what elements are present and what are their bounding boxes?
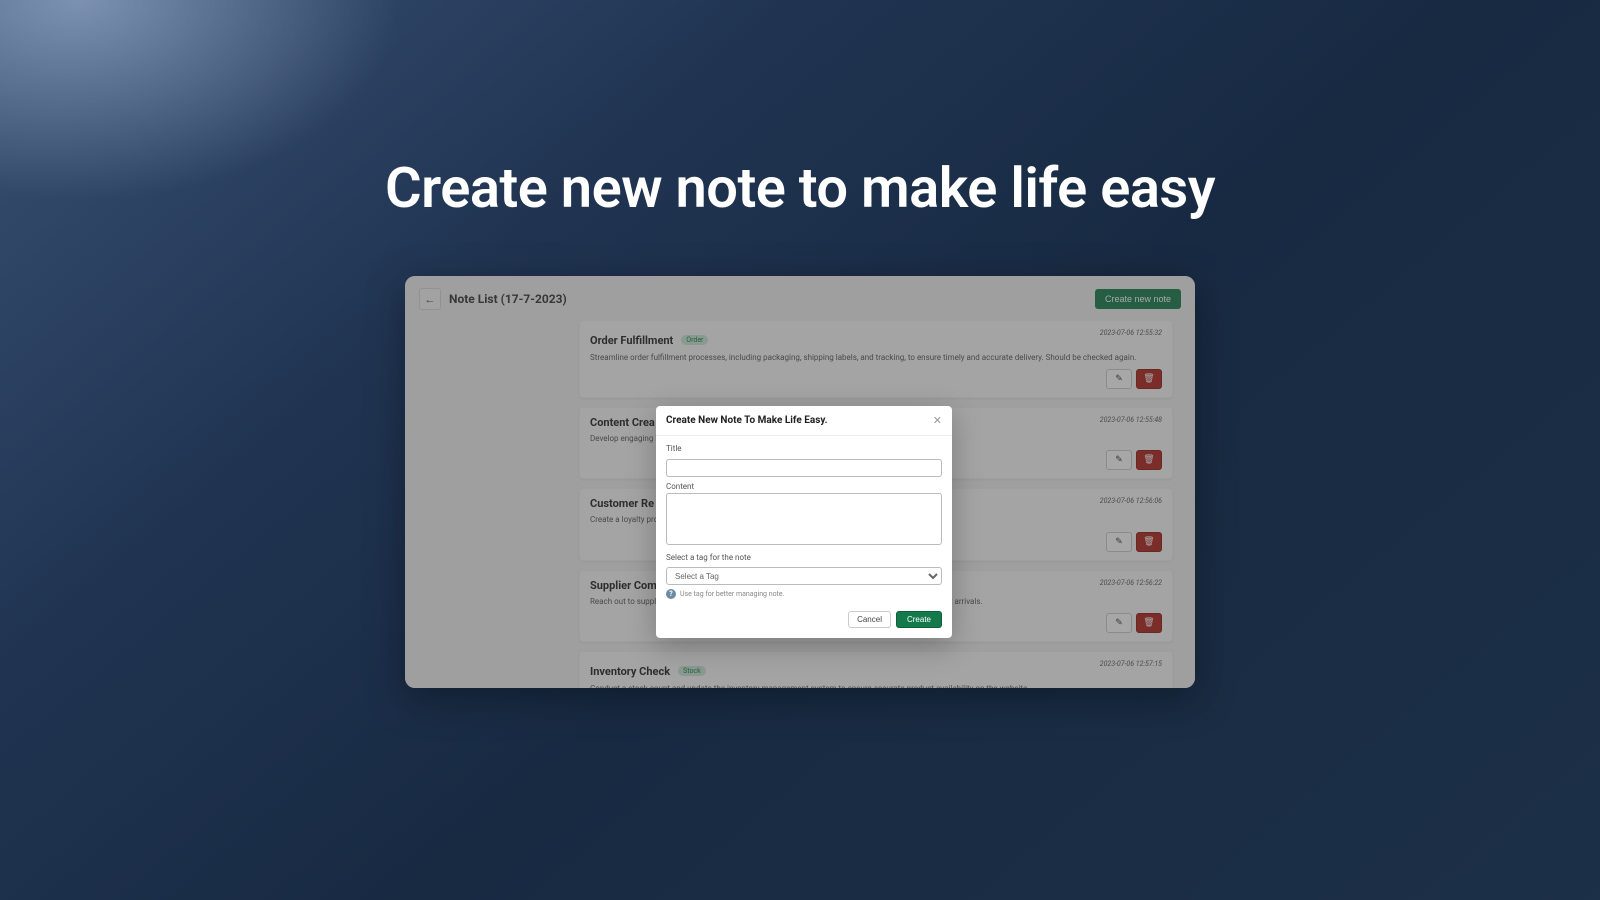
create-note-modal: Create New Note To Make Life Easy. ✕ Tit… bbox=[656, 406, 952, 638]
close-button[interactable]: ✕ bbox=[933, 414, 942, 427]
hint-text: Use tag for better managing note. bbox=[680, 590, 784, 598]
title-label: Title bbox=[666, 444, 942, 453]
app-window: ← Note List (17-7-2023) Create new note … bbox=[405, 276, 1195, 688]
title-input[interactable] bbox=[666, 459, 942, 477]
info-icon: ? bbox=[666, 589, 676, 599]
tag-select[interactable]: Select a Tag bbox=[666, 567, 942, 585]
modal-title: Create New Note To Make Life Easy. bbox=[666, 415, 828, 426]
close-icon: ✕ bbox=[933, 414, 942, 427]
create-button[interactable]: Create bbox=[896, 611, 942, 628]
content-label: Content bbox=[666, 482, 942, 491]
cancel-button[interactable]: Cancel bbox=[848, 611, 891, 628]
tag-select-label: Select a tag for the note bbox=[666, 553, 942, 562]
content-textarea[interactable] bbox=[666, 493, 942, 545]
hero-title: Create new note to make life easy bbox=[0, 155, 1600, 221]
